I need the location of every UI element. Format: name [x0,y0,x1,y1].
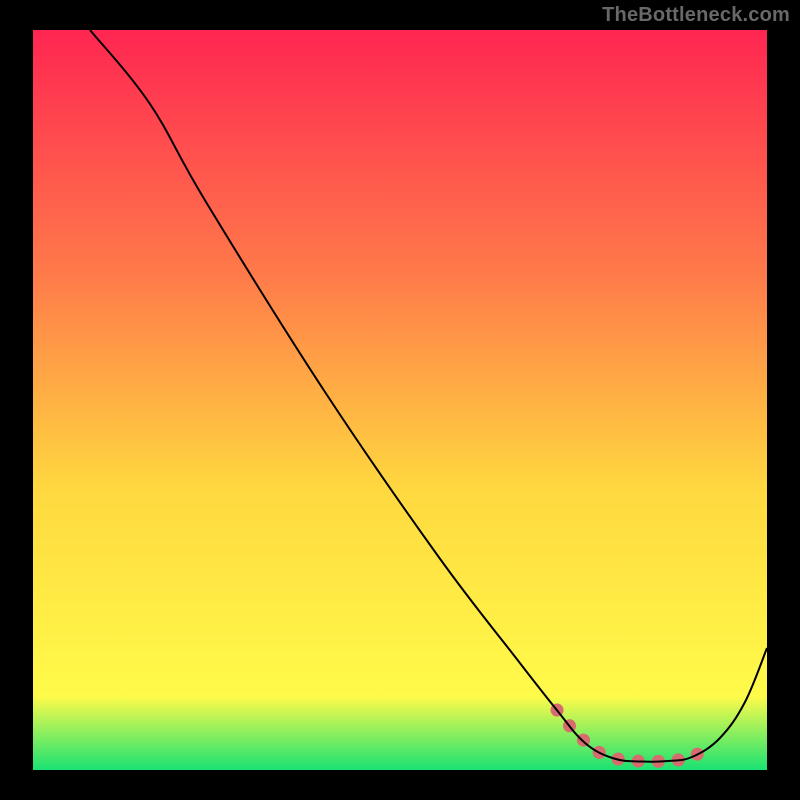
plot-background [33,30,767,770]
watermark-text: TheBottleneck.com [602,4,790,27]
chart-stage: TheBottleneck.com [0,0,800,800]
bottleneck-chart [0,0,800,800]
